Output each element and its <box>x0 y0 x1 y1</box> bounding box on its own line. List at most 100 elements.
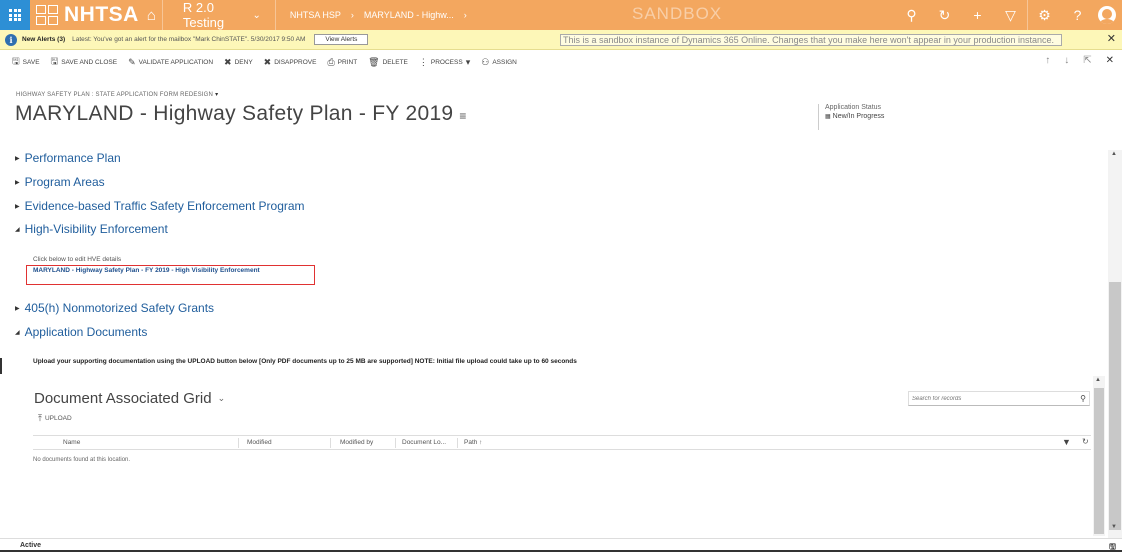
column-path[interactable]: Path ↑ <box>464 439 482 446</box>
save-label: SAVE <box>22 58 40 66</box>
print-label: PRINT <box>337 58 358 66</box>
lock-icon: ▦ <box>825 114 831 120</box>
nhtsa-logo[interactable]: NHTSA ⌂ <box>30 0 162 30</box>
scroll-thumb[interactable] <box>1094 388 1104 534</box>
top-icons: ⚲ ↻ + ▽ ⚙ ? <box>895 0 1122 30</box>
scroll-up-icon[interactable]: ▲ <box>1111 151 1117 157</box>
column-document-location[interactable]: Document Lo... <box>402 439 446 446</box>
validate-application-button[interactable]: ✎ VALIDATE APPLICATION <box>128 57 213 68</box>
record-nav: ↑ ↓ ⇱ ✕ <box>1045 55 1114 66</box>
user-icon[interactable] <box>1098 6 1116 24</box>
save-button[interactable]: 🖫 SAVE <box>12 54 40 70</box>
deny-button[interactable]: ✖ DENY <box>224 57 253 68</box>
section-label: Program Areas <box>24 175 105 189</box>
disapprove-button[interactable]: ✖ DISAPPROVE <box>264 57 317 68</box>
column-modified[interactable]: Modified <box>247 439 272 446</box>
deny-icon: ✖ <box>224 56 232 67</box>
app-launcher-button[interactable] <box>0 0 30 30</box>
disapprove-label: DISAPPROVE <box>274 58 317 66</box>
caret-expanded-icon: ◢ <box>15 226 20 233</box>
breadcrumb-item-app[interactable]: NHTSA HSP <box>290 10 341 20</box>
area-selector[interactable]: R 2.0 Testing ⌄ <box>163 0 275 30</box>
deny-label: DENY <box>234 58 253 66</box>
grid-title: Document Associated Grid <box>34 390 212 407</box>
upload-button[interactable]: ⤒ UPLOAD <box>38 413 72 424</box>
validate-icon: ✎ <box>128 56 136 67</box>
caret-right-icon: ▶ <box>15 203 20 210</box>
chevron-right-icon[interactable]: › <box>464 10 467 20</box>
form-selector-label: HIGHWAY SAFETY PLAN : STATE APPLICATION … <box>16 92 214 98</box>
assign-icon: ⚇ <box>481 56 490 67</box>
page-title-text: MARYLAND - Highway Safety Plan - FY 2019 <box>15 102 454 125</box>
waffle-icon <box>9 9 21 21</box>
top-nav-bar: NHTSA ⌂ R 2.0 Testing ⌄ NHTSA HSP › MARY… <box>0 0 1122 30</box>
save-and-close-label: SAVE AND CLOSE <box>61 58 118 66</box>
print-icon: ⎙ <box>327 56 335 67</box>
section-label: High-Visibility Enforcement <box>24 222 168 236</box>
grid-view-selector[interactable]: Document Associated Grid ⌄ <box>34 390 225 407</box>
alert-bar: i New Alerts (3) Latest: You've got an a… <box>0 30 1122 50</box>
column-modified-by[interactable]: Modified by <box>340 439 373 446</box>
search-icon[interactable]: ⚲ <box>895 7 928 24</box>
search-icon[interactable]: ⚲ <box>1080 394 1086 403</box>
section-high-visibility-enforcement[interactable]: ◢ High-Visibility Enforcement <box>15 222 168 236</box>
filter-icon[interactable]: ▼ <box>1062 437 1071 447</box>
focus-marker <box>0 358 2 374</box>
form-selector[interactable]: HIGHWAY SAFETY PLAN : STATE APPLICATION … <box>16 91 218 98</box>
view-alerts-button[interactable]: View Alerts <box>314 34 369 45</box>
grid-header: Name Modified Modified by Document Lo...… <box>33 435 1091 450</box>
grid-scrollbar[interactable]: ▲ <box>1093 376 1105 536</box>
validate-application-label: VALIDATE APPLICATION <box>138 58 214 66</box>
gear-icon[interactable]: ⚙ <box>1028 7 1061 24</box>
status-value: ▦ New/In Progress <box>825 113 884 120</box>
search-input[interactable] <box>912 395 1062 402</box>
scroll-thumb[interactable] <box>1109 282 1121 530</box>
expand-icon[interactable]: ⇱ <box>1083 55 1091 66</box>
home-icon[interactable]: ⌂ <box>147 7 156 24</box>
close-icon[interactable]: ✕ <box>1106 55 1114 66</box>
caret-down-icon: ▾ <box>215 92 219 98</box>
caret-right-icon: ▶ <box>15 305 20 312</box>
section-evidence-based-enforcement[interactable]: ▶ Evidence-based Traffic Safety Enforceme… <box>15 199 305 213</box>
process-icon: ⋮ <box>418 56 428 67</box>
delete-button[interactable]: 🗑 DELETE <box>368 57 408 68</box>
section-program-areas[interactable]: ▶ Program Areas <box>15 175 105 189</box>
section-label: 405(h) Nonmotorized Safety Grants <box>24 301 215 315</box>
menu-icon[interactable]: ≡ <box>459 109 466 123</box>
arrow-down-icon[interactable]: ↓ <box>1064 55 1069 66</box>
refresh-icon[interactable]: ↻ <box>1082 437 1089 446</box>
scroll-down-icon[interactable]: ▼ <box>1111 524 1117 530</box>
caret-expanded-icon: ◢ <box>15 329 20 336</box>
section-label: Application Documents <box>24 325 148 339</box>
chevron-down-icon: ▾ <box>465 56 471 67</box>
save-and-close-button[interactable]: 🖫 SAVE AND CLOSE <box>51 54 118 70</box>
upload-icon: ⤒ <box>38 413 42 423</box>
help-icon[interactable]: ? <box>1061 7 1094 23</box>
column-name[interactable]: Name <box>63 439 80 446</box>
caret-right-icon: ▶ <box>15 179 20 186</box>
plus-icon[interactable]: + <box>961 7 994 23</box>
upload-note: Upload your supporting documentation usi… <box>33 358 577 365</box>
save-icon: 🖫 <box>12 56 20 66</box>
page-title: MARYLAND - Highway Safety Plan - FY 2019… <box>15 102 467 126</box>
record-state: Active <box>20 542 42 549</box>
page-scrollbar[interactable]: ▲ ▼ <box>1108 150 1122 538</box>
recent-icon[interactable]: ↻ <box>928 7 961 24</box>
column-divider <box>457 438 458 448</box>
section-405h-nonmotorized[interactable]: ▶ 405(h) Nonmotorized Safety Grants <box>15 301 214 315</box>
arrow-up-icon[interactable]: ↑ <box>1045 55 1050 66</box>
grid-search: ⚲ <box>908 391 1090 406</box>
breadcrumb-item-record[interactable]: MARYLAND - Highw... <box>364 10 454 20</box>
delete-icon: 🗑 <box>368 56 380 67</box>
hve-hint: Click below to edit HVE details <box>33 256 122 263</box>
assign-button[interactable]: ⚇ ASSIGN <box>481 57 517 68</box>
breadcrumb: NHTSA HSP › MARYLAND - Highw... › <box>276 10 467 20</box>
chevron-right-icon: › <box>350 10 354 20</box>
process-button[interactable]: ⋮ PROCESS ▾ <box>419 57 470 68</box>
close-icon[interactable]: ✕ <box>1107 32 1116 45</box>
print-button[interactable]: ⎙ PRINT <box>327 57 357 68</box>
section-performance-plan[interactable]: ▶ Performance Plan <box>15 151 121 165</box>
filter-icon[interactable]: ▽ <box>994 7 1027 24</box>
section-application-documents[interactable]: ◢ Application Documents <box>15 325 147 339</box>
scroll-up-icon[interactable]: ▲ <box>1095 377 1101 383</box>
